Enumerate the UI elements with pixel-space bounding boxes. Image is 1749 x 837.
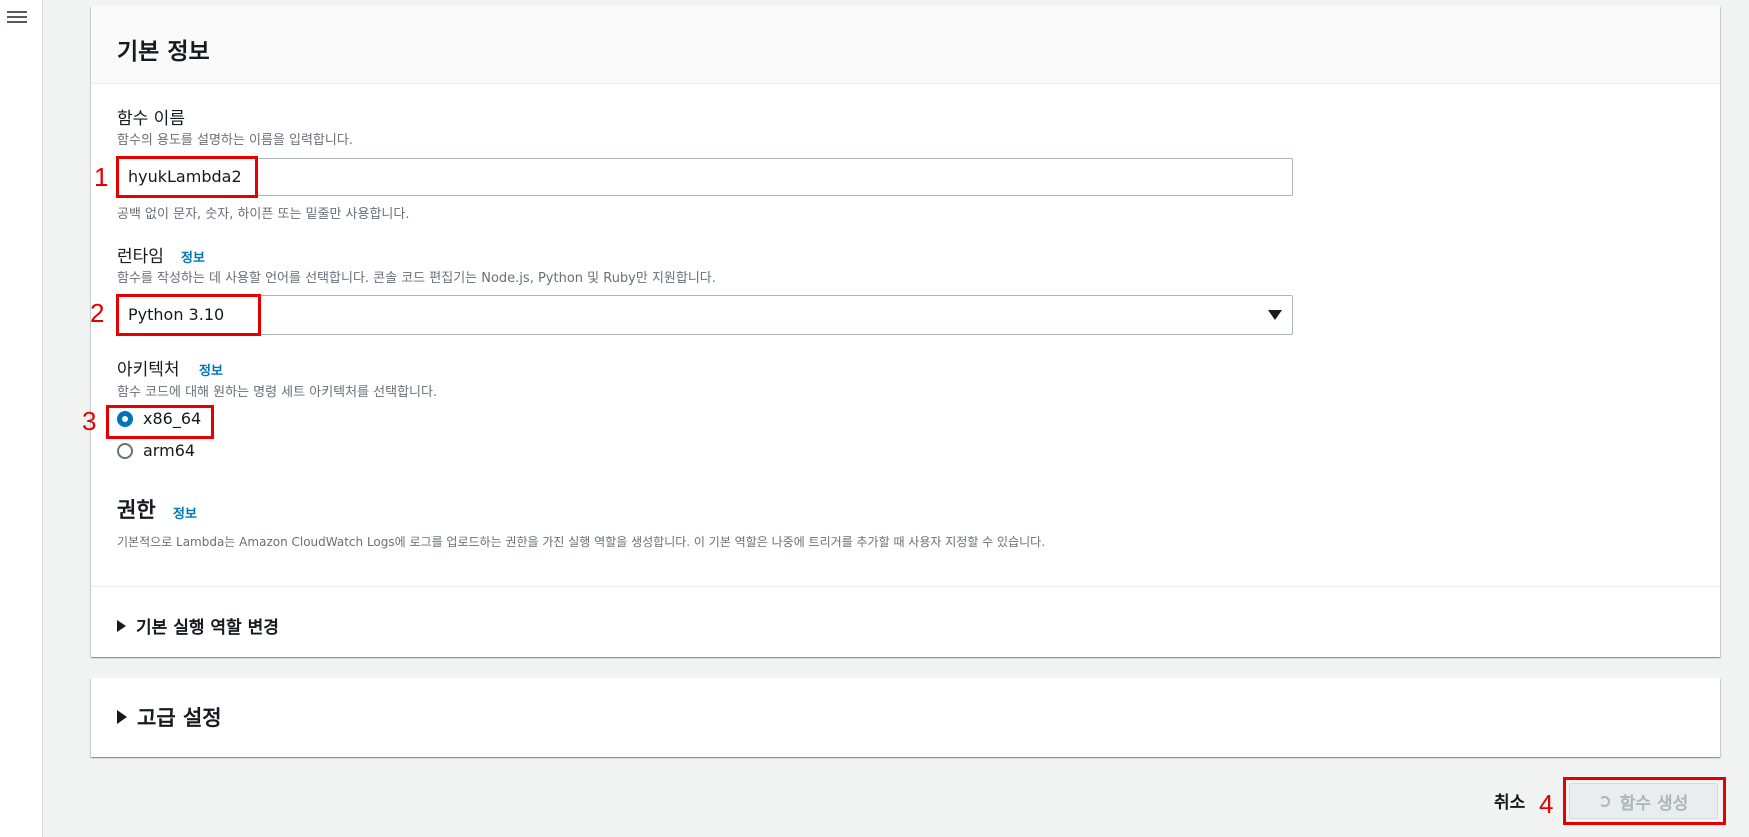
advanced-settings-panel: 고급 설정	[91, 678, 1720, 757]
caret-right-icon	[117, 710, 127, 724]
annotation-number-1: 1	[94, 162, 109, 192]
runtime-label: 런타임	[117, 247, 164, 267]
change-default-role-expander[interactable]: 기본 실행 역할 변경	[117, 613, 279, 638]
create-function-button[interactable]: 함수 생성	[1569, 783, 1718, 819]
change-default-role-label: 기본 실행 역할 변경	[136, 618, 279, 638]
panel-title: 기본 정보	[117, 39, 210, 65]
create-function-label: 함수 생성	[1619, 793, 1689, 814]
loading-spinner-icon	[1598, 795, 1610, 807]
annotation-number-3: 3	[82, 406, 97, 436]
architecture-label: 아키텍처	[117, 360, 180, 380]
caret-right-icon	[117, 619, 126, 632]
advanced-settings-expander[interactable]: 고급 설정	[117, 702, 222, 732]
caret-down-icon	[1268, 310, 1282, 320]
permissions-description: 기본적으로 Lambda는 Amazon CloudWatch Logs에 로그…	[117, 535, 1046, 549]
runtime-description: 함수를 작성하는 데 사용할 언어를 선택합니다. 콘솔 코드 편집기는 Nod…	[117, 271, 716, 286]
radio-label: x86_64	[143, 409, 202, 428]
function-name-input[interactable]: hyukLambda2	[117, 158, 1293, 196]
annotation-number-4: 4	[1539, 789, 1554, 819]
architecture-info-link[interactable]: 정보	[199, 360, 223, 379]
permissions-title: 권한	[117, 498, 156, 522]
runtime-select[interactable]: Python 3.10	[117, 295, 1293, 335]
runtime-info-link[interactable]: 정보	[181, 247, 205, 266]
hamburger-menu-icon[interactable]	[6, 8, 28, 26]
radio-label: arm64	[143, 441, 196, 460]
function-name-label: 함수 이름	[117, 109, 185, 129]
permissions-info-link[interactable]: 정보	[173, 503, 197, 522]
basic-info-panel: 기본 정보 함수 이름 함수의 용도를 설명하는 이름을 입력합니다. hyuk…	[91, 6, 1720, 657]
cancel-button[interactable]: 취소	[1494, 788, 1525, 813]
runtime-selected-value: Python 3.10	[128, 305, 225, 324]
function-name-description: 함수의 용도를 설명하는 이름을 입력합니다.	[117, 133, 353, 148]
annotation-number-2: 2	[90, 298, 105, 328]
architecture-description: 함수 코드에 대해 원하는 명령 세트 아키텍처를 선택합니다.	[117, 385, 438, 400]
advanced-settings-label: 고급 설정	[137, 706, 222, 730]
divider	[91, 586, 1720, 587]
radio-unchecked-icon[interactable]	[117, 443, 133, 459]
panel-header: 기본 정보	[91, 6, 1720, 84]
radio-checked-icon[interactable]	[117, 411, 133, 427]
left-navigation-rail	[0, 0, 43, 837]
function-name-hint: 공백 없이 문자, 숫자, 하이픈 또는 밑줄만 사용합니다.	[117, 207, 410, 222]
